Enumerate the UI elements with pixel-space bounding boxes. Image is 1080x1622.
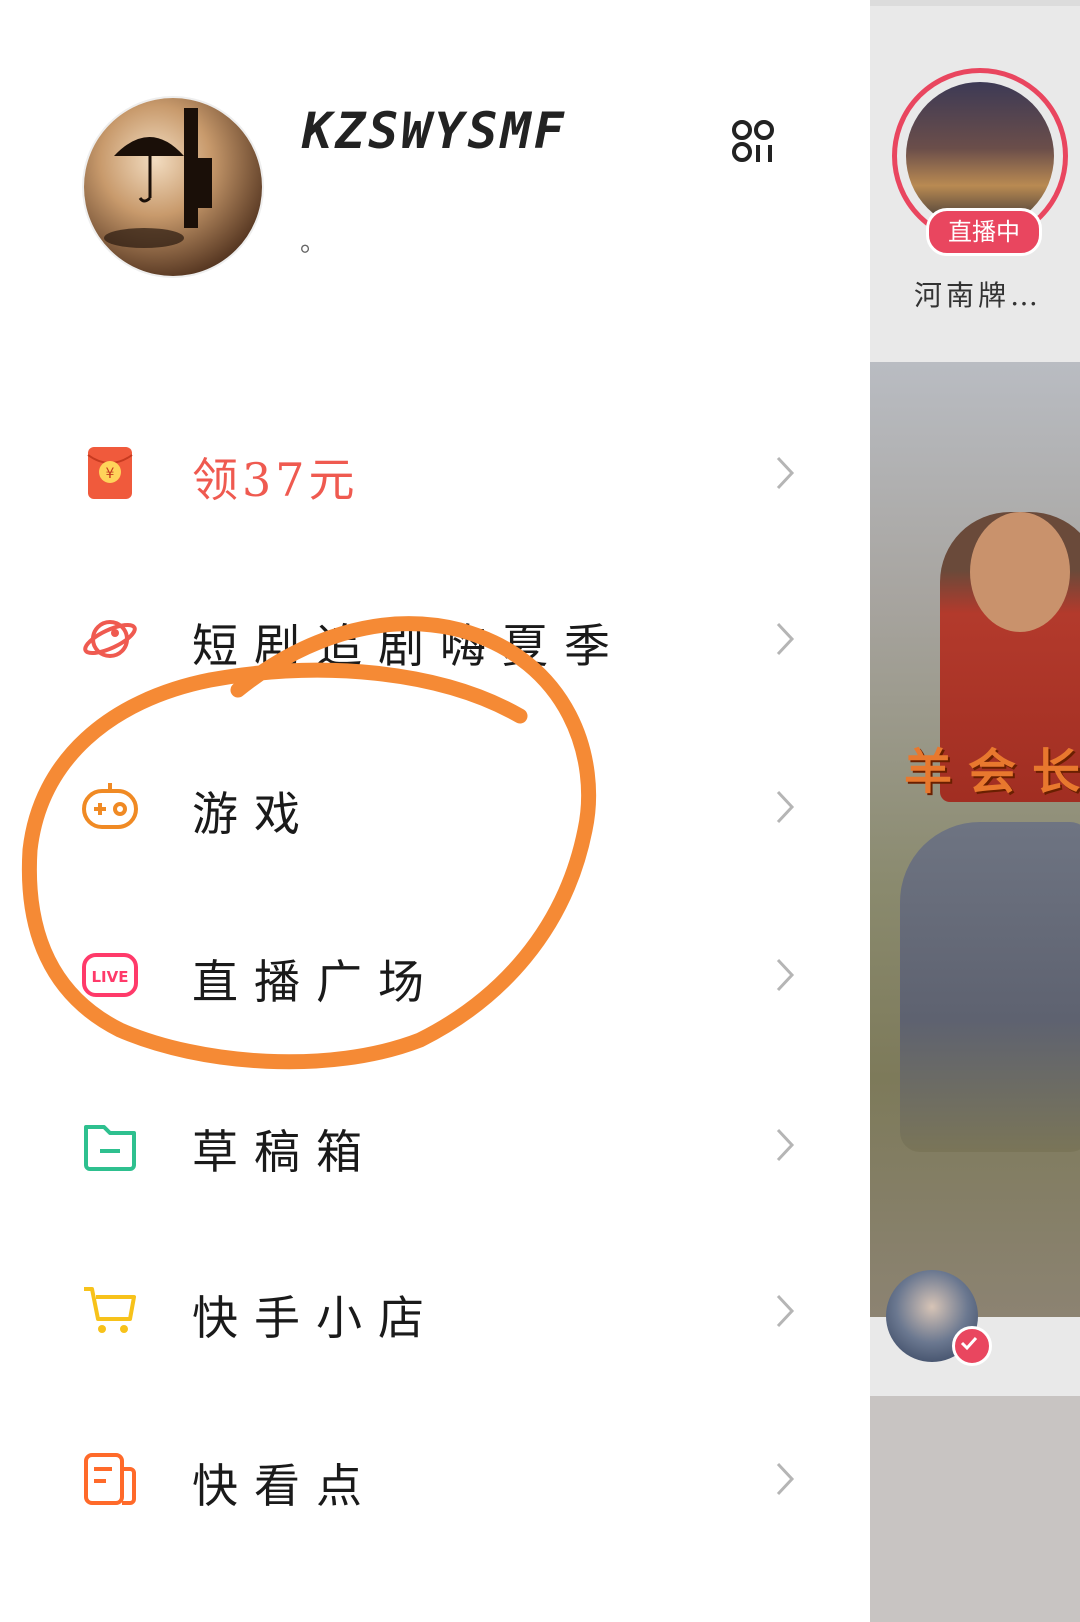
menu-label: 直播广场: [192, 955, 440, 1009]
menu-item-kuaishou-shop[interactable]: 快手小店: [0, 1256, 830, 1366]
menu-label: 游戏: [192, 787, 316, 841]
folder-icon: [82, 1117, 138, 1173]
svg-text:LIVE: LIVE: [92, 968, 129, 986]
chevron-right-icon: [776, 790, 795, 824]
svg-text:¥: ¥: [106, 466, 115, 482]
qr-code-icon[interactable]: [730, 118, 778, 166]
live-streamer-name[interactable]: 河南牌…: [914, 274, 1042, 314]
menu-item-kuaikandian[interactable]: 快看点: [0, 1424, 830, 1534]
chevron-right-icon: [776, 622, 795, 656]
live-icon: LIVE: [82, 947, 138, 1003]
profile-avatar[interactable]: [84, 98, 262, 276]
menu-label: 短剧追剧嗨夏季: [192, 619, 626, 673]
menu-item-drafts[interactable]: 草稿箱: [0, 1090, 830, 1200]
red-envelope-icon: ¥: [82, 445, 138, 501]
menu-label: 草稿箱: [192, 1125, 378, 1179]
side-drawer: KZSWYSMF 。 ¥ 领37元 短剧追剧嗨夏季 游戏 LIVE 直播广场 草…: [0, 0, 870, 1622]
gamepad-icon: [82, 779, 138, 835]
background-feed: 直播中 河南牌… 羊会长: [870, 0, 1080, 1622]
video-thumbnail[interactable]: 羊会长: [870, 362, 1080, 1317]
verified-check-icon: [952, 1326, 992, 1366]
planet-icon: [82, 611, 138, 667]
divider: [870, 0, 1080, 6]
chevron-right-icon: [776, 958, 795, 992]
menu-label: 快看点: [192, 1459, 378, 1513]
chevron-right-icon: [776, 1294, 795, 1328]
menu-item-short-drama[interactable]: 短剧追剧嗨夏季: [0, 584, 830, 694]
chevron-right-icon: [776, 456, 795, 490]
menu-item-games[interactable]: 游戏: [0, 752, 830, 862]
menu-label: 领37元: [192, 453, 359, 507]
profile-bio: 。: [300, 228, 327, 258]
chevron-right-icon: [776, 1462, 795, 1496]
video-figure: [900, 822, 1080, 1152]
chevron-right-icon: [776, 1128, 795, 1162]
next-feed-item[interactable]: [870, 1396, 1080, 1622]
menu-label: 快手小店: [192, 1291, 440, 1345]
video-figure: [970, 512, 1070, 632]
cart-icon: [82, 1283, 138, 1339]
menu-item-red-envelope[interactable]: ¥ 领37元: [0, 418, 830, 528]
news-icon: [82, 1451, 138, 1507]
menu-item-live-plaza[interactable]: LIVE 直播广场: [0, 920, 830, 1030]
umbrella-silhouette-icon: [104, 108, 212, 248]
profile-name[interactable]: KZSWYSMF: [302, 102, 567, 160]
live-status-badge: 直播中: [926, 208, 1042, 256]
video-caption: 羊会长: [904, 744, 1080, 800]
